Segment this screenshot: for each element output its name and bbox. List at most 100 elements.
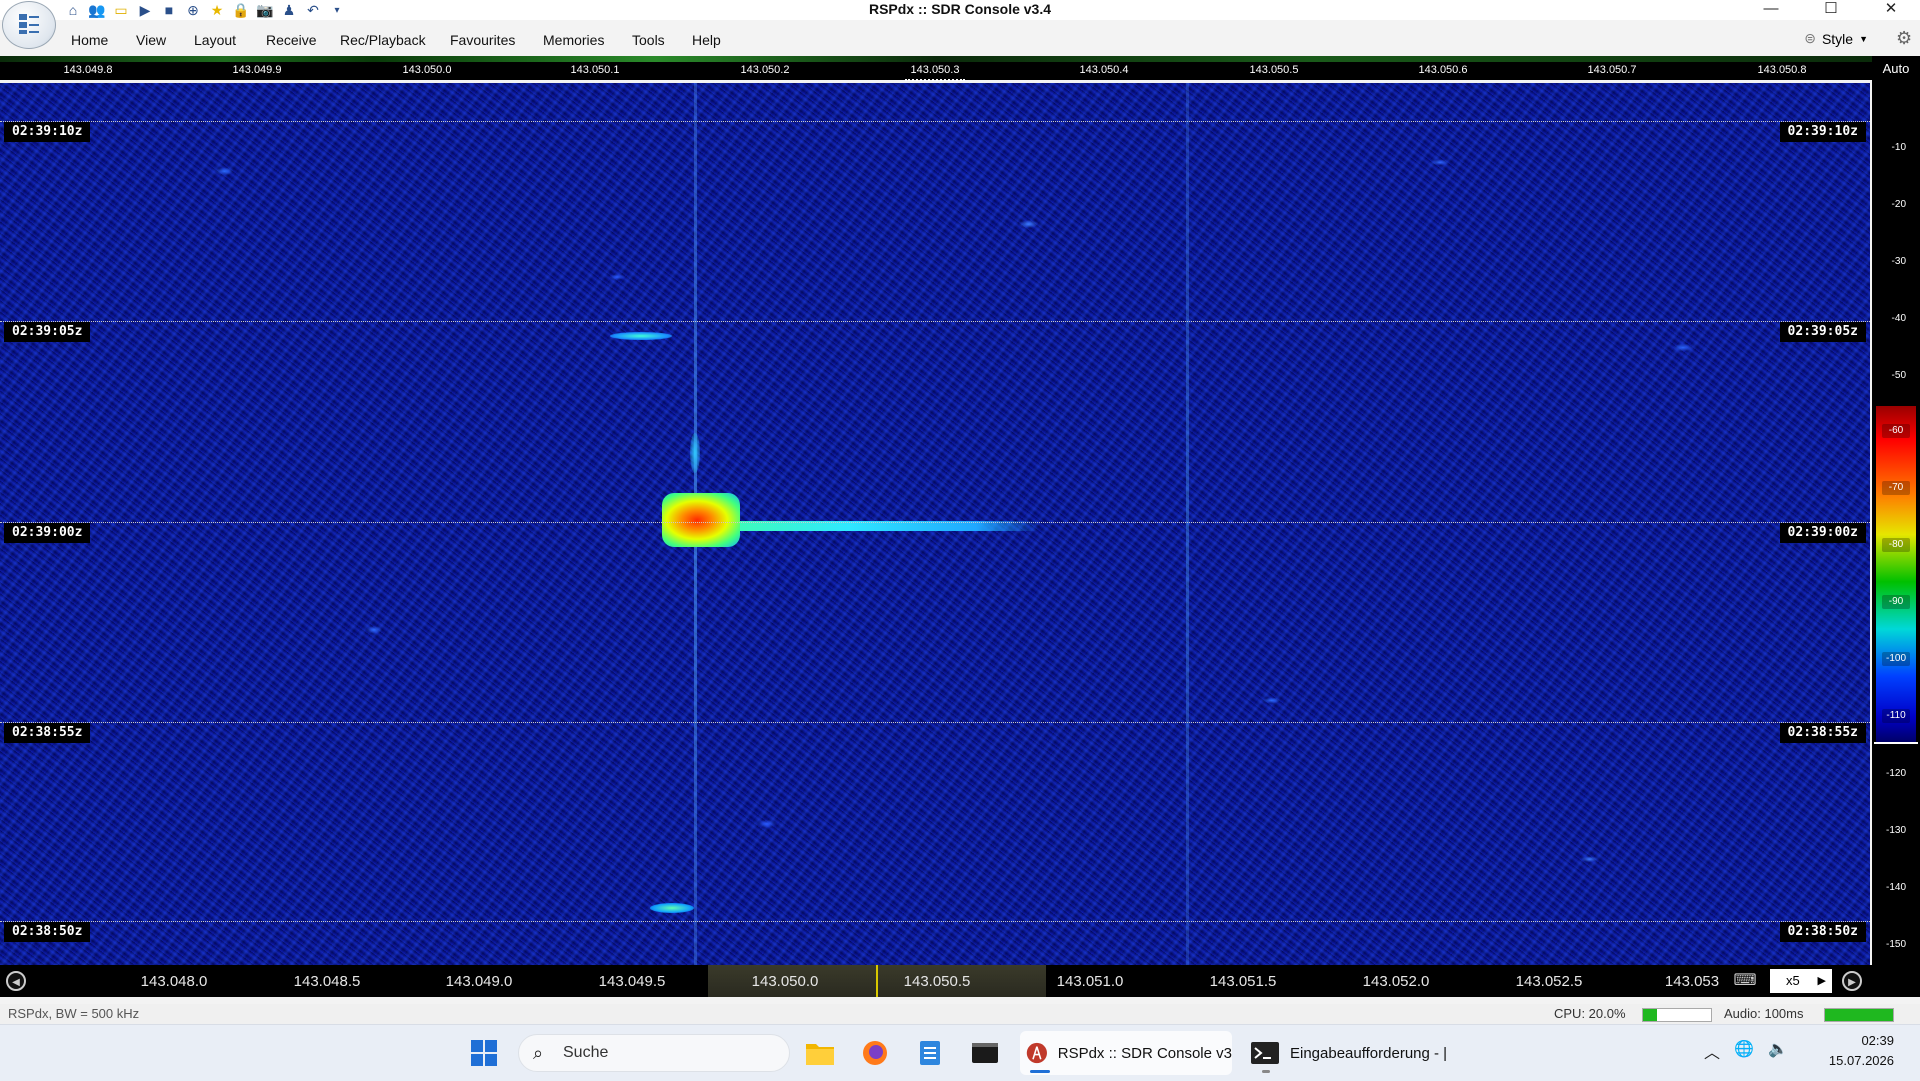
minimize-button[interactable]: — <box>1748 0 1794 20</box>
db-tick-label: -50 <box>1891 370 1906 381</box>
scroll-right-icon[interactable]: ▶ <box>1842 971 1862 991</box>
terminal-logo-icon <box>972 1043 998 1063</box>
menu-tools[interactable]: Tools <box>632 32 665 48</box>
taskbar-app-label: Eingabeaufforderung - | <box>1290 1044 1448 1062</box>
windows-start-icon[interactable] <box>466 1035 502 1071</box>
menu-layout[interactable]: Layout <box>194 32 236 48</box>
bottom-tick-label: 143.053 <box>1664 973 1720 990</box>
bottom-tick-label: 143.051.5 <box>1209 973 1277 990</box>
top-tick-label: 143.050.6 <box>1418 64 1468 76</box>
menu-view[interactable]: View <box>136 32 166 48</box>
gear-icon[interactable]: ⚙ <box>1896 28 1916 48</box>
taskbar: ⌕ Suche RSPdx :: SDR Console v3 Eingabea… <box>0 1024 1920 1081</box>
radio-status: RSPdx, BW = 500 kHz <box>8 1006 140 1021</box>
color-scale-bar[interactable] <box>1876 406 1916 744</box>
chevron-right-icon: ▶ <box>1817 975 1826 987</box>
chevron-down-icon: ▼ <box>1859 33 1868 44</box>
colorbar-label: -70 <box>1882 481 1910 495</box>
top-tick-label: 143.050.3 <box>910 64 960 76</box>
db-tick-label: -20 <box>1891 199 1906 210</box>
network-icon[interactable]: 🌐 <box>1734 1039 1754 1063</box>
active-indicator <box>1030 1070 1050 1073</box>
passband-marker[interactable] <box>876 965 878 997</box>
timestamp-label: 02:39:05z <box>4 322 91 342</box>
clock-time: 02:39 <box>1861 1033 1894 1048</box>
top-tick-label: 143.050.5 <box>1249 64 1299 76</box>
taskbar-clock[interactable]: 02:39 15.07.2026 <box>1829 1031 1894 1071</box>
colorbar-label: -110 <box>1882 709 1910 723</box>
menu-memories[interactable]: Memories <box>543 32 604 48</box>
running-indicator <box>1262 1070 1270 1073</box>
scroll-left-icon[interactable]: ◀ <box>6 971 26 991</box>
sdr-console-icon <box>1026 1042 1047 1064</box>
taskbar-app-sdr-console[interactable]: RSPdx :: SDR Console v3 <box>1020 1031 1232 1075</box>
top-tick-label: 143.050.2 <box>740 64 790 76</box>
db-tick-label: -140 <box>1885 882 1906 893</box>
signal-trace <box>650 903 694 913</box>
bottom-tick-label: 143.050.0 <box>751 973 819 990</box>
style-label: Style <box>1821 30 1854 47</box>
system-tray: ︿ 🌐 🔈 <box>1704 1039 1788 1063</box>
notepad-icon[interactable] <box>912 1035 948 1071</box>
firefox-logo-icon <box>863 1041 887 1065</box>
chevron-up-icon[interactable]: ︿ <box>1704 1039 1720 1063</box>
style-icon: ⊜ <box>1804 30 1816 46</box>
status-bar: RSPdx, BW = 500 kHz CPU: 20.0% Audio: 10… <box>0 1004 1920 1024</box>
audio-meter-fill <box>1825 1009 1893 1021</box>
menu-receive[interactable]: Receive <box>266 32 317 48</box>
timestamp-label: 02:38:55z <box>1779 723 1866 743</box>
audio-meter <box>1824 1008 1894 1022</box>
bottom-tick-label: 143.049.5 <box>598 973 666 990</box>
maximize-button[interactable]: ☐ <box>1808 0 1854 20</box>
timestamp-label: 02:39:05z <box>1779 322 1866 342</box>
windows-logo-icon <box>471 1040 497 1066</box>
style-menu[interactable]: ⊜ Style ▼ <box>1804 30 1868 47</box>
top-tick-label: 143.049.8 <box>63 64 113 76</box>
close-button[interactable]: ✕ <box>1868 0 1914 20</box>
timestamp-label: 02:39:00z <box>4 523 91 543</box>
bottom-tick-label: 143.050.5 <box>903 973 971 990</box>
db-tick-label: -10 <box>1891 142 1906 153</box>
menu-favourites[interactable]: Favourites <box>450 32 515 48</box>
app-menu-button[interactable] <box>2 1 56 49</box>
menu-home[interactable]: Home <box>71 32 108 48</box>
top-tick-label: 143.050.8 <box>1757 64 1807 76</box>
app-logo-icon <box>19 14 39 34</box>
auto-scale-button[interactable]: Auto <box>1872 58 1920 80</box>
bottom-tick-label: 143.051.0 <box>1056 973 1124 990</box>
top-tick-label: 143.050.0 <box>402 64 452 76</box>
timestamp-label: 02:38:50z <box>4 922 91 942</box>
zoom-value: x5 <box>1786 973 1800 988</box>
db-tick-label: -40 <box>1891 313 1906 324</box>
waterfall-display[interactable]: 02:39:10z 02:39:10z 02:39:05z 02:39:05z … <box>0 83 1870 965</box>
terminal-icon[interactable] <box>967 1035 1003 1071</box>
volume-icon[interactable]: 🔈 <box>1768 1039 1788 1063</box>
menu-rec-playback[interactable]: Rec/Playback <box>340 32 426 48</box>
top-tick-label: 143.050.7 <box>1587 64 1637 76</box>
time-gridline <box>0 522 1870 523</box>
top-frequency-ruler[interactable]: 143.049.8 143.049.9 143.050.0 143.050.1 … <box>0 62 1872 80</box>
signal-trace <box>690 433 700 473</box>
timestamp-label: 02:39:10z <box>1779 122 1866 142</box>
bottom-frequency-ruler[interactable]: ◀ 143.048.0 143.048.5 143.049.0 143.049.… <box>0 965 1920 997</box>
top-tick-label: 143.050.4 <box>1079 64 1129 76</box>
zoom-select[interactable]: x5 ▶ <box>1770 969 1832 993</box>
time-gridline <box>0 121 1870 122</box>
taskbar-app-command-prompt[interactable]: Eingabeaufforderung - | <box>1244 1031 1456 1075</box>
menu-bar: Home View Layout Receive Rec/Playback Fa… <box>0 26 1920 54</box>
bottom-tick-label: 143.052.0 <box>1362 973 1430 990</box>
notepad-logo-icon <box>920 1041 940 1065</box>
taskbar-search[interactable]: ⌕ Suche <box>518 1034 790 1072</box>
file-explorer-icon[interactable] <box>802 1035 838 1071</box>
title-bar: ⌂ 👥 ▭ ▶ ■ ⊕ ★ 🔒 📷 ♟ ↶ ▾ RSPdx :: SDR Con… <box>0 0 1920 49</box>
command-prompt-icon <box>1251 1042 1279 1064</box>
firefox-icon[interactable] <box>857 1035 893 1071</box>
db-tick-label: -30 <box>1891 256 1906 267</box>
clock-date: 15.07.2026 <box>1828 1053 1894 1068</box>
db-reference-line <box>1874 742 1918 744</box>
timestamp-label: 02:38:55z <box>4 723 91 743</box>
menu-help[interactable]: Help <box>692 32 721 48</box>
keyboard-icon[interactable]: ⌨ <box>1730 969 1760 993</box>
bottom-tick-label: 143.052.5 <box>1515 973 1583 990</box>
top-tick-label: 143.050.1 <box>570 64 620 76</box>
